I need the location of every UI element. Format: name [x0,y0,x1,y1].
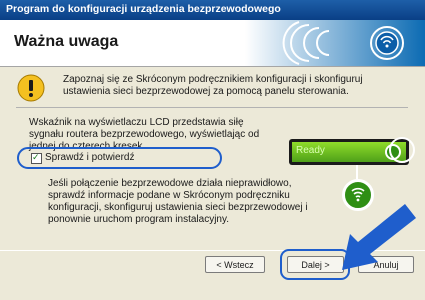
failure-help-text: Jeśli połączenie bezprzewodowe działa ni… [48,178,308,225]
warning-text: Zapoznaj się ze Skróconym podręcznikiem … [63,74,363,97]
back-button[interactable]: < Wstecz [205,256,265,273]
blue-arrow-icon [342,204,416,270]
confirm-checkbox-label[interactable]: Sprawdź i potwierdź [45,152,134,163]
wireless-signal-logo-icon [245,20,425,66]
installer-window: Program do konfiguracji urządzenia bezpr… [0,0,425,300]
window-title: Program do konfiguracji urządzenia bezpr… [6,3,281,15]
callout-line [356,165,358,179]
lcd-status-label: Ready [296,145,325,156]
content-area: Zapoznaj się ze Skróconym podręcznikiem … [0,67,425,300]
lcd-highlight-ring [389,137,415,163]
page-title: Ważna uwaga [14,33,119,50]
warning-exclamation-icon [17,74,45,102]
checkmark-icon: ✓ [32,152,40,162]
confirm-highlight: ✓ Sprawdź i potwierdź [17,147,222,169]
title-bar: Program do konfiguracji urządzenia bezpr… [0,0,425,20]
header-banner: Ważna uwaga [0,20,425,66]
confirm-checkbox[interactable]: ✓ [31,152,42,164]
divider [16,107,408,108]
lcd-display: Ready [289,137,415,165]
